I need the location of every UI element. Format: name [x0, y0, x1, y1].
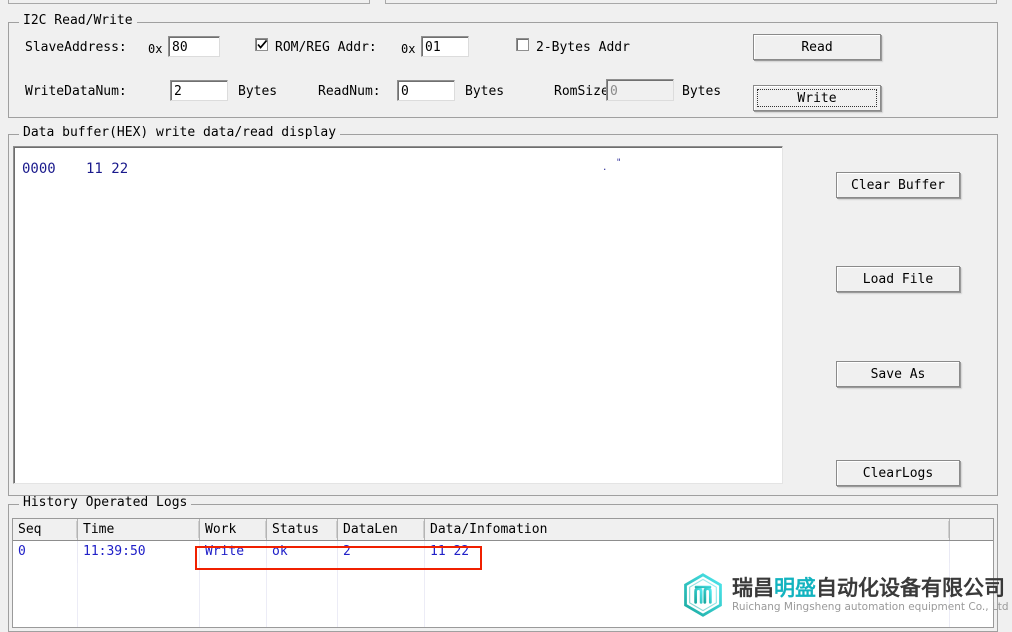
write-data-num-label: WriteDataNum: — [25, 84, 127, 99]
company-name-cn-part1: 瑞昌 — [732, 576, 774, 600]
load-file-button-label: Load File — [862, 271, 934, 287]
company-name-cn-part2: 自动化设备有限公司 — [816, 576, 1005, 600]
column-header-datalen[interactable]: DataLen — [338, 519, 425, 540]
column-header-data-information[interactable]: Data/Infomation — [425, 519, 950, 540]
company-name-cn-highlight: 明盛 — [774, 576, 816, 600]
column-header-time[interactable]: Time — [78, 519, 200, 540]
table-row[interactable]: 0 11:39:50 Write ok 2 11 22 — [13, 541, 993, 563]
history-logs-group-title: History Operated Logs — [19, 496, 192, 510]
buffer-ascii-char-1: . — [602, 163, 608, 173]
data-buffer-group-title: Data buffer(HEX) write data/read display — [19, 126, 341, 140]
two-bytes-addr-label: 2-Bytes Addr — [536, 40, 630, 55]
company-name-cn: 瑞昌明盛自动化设备有限公司 — [732, 576, 1009, 600]
top-left-partial-group — [8, 0, 370, 4]
i2c-group-title: I2C Read/Write — [19, 14, 137, 28]
checkmark-icon — [257, 39, 268, 49]
read-button-label: Read — [801, 39, 833, 55]
cell-seq — [13, 563, 78, 585]
company-name-block: 瑞昌明盛自动化设备有限公司 Ruichang Mingsheng automat… — [732, 576, 1009, 614]
clear-buffer-button-label: Clear Buffer — [851, 177, 945, 193]
i2c-tool-window: I2C Read/Write SlaveAddress: 0x ROM/REG … — [0, 0, 1012, 632]
read-num-unit: Bytes — [465, 84, 505, 99]
cell-work — [200, 585, 267, 607]
i2c-read-write-group: I2C Read/Write SlaveAddress: 0x ROM/REG … — [8, 14, 998, 118]
save-as-button[interactable]: Save As — [836, 361, 960, 387]
write-button[interactable]: Write — [753, 85, 881, 111]
cell-time — [78, 563, 200, 585]
slave-address-prefix: 0x — [148, 42, 163, 56]
cell-datalen — [338, 585, 425, 607]
table-header-row: Seq Time Work Status DataLen Data/Infoma… — [13, 519, 993, 541]
cell-time — [78, 585, 200, 607]
save-as-button-label: Save As — [870, 366, 926, 382]
load-file-button[interactable]: Load File — [836, 266, 960, 292]
slave-address-label: SlaveAddress: — [25, 40, 127, 55]
cell-status — [267, 585, 338, 607]
cell-work — [200, 607, 267, 627]
cell-time — [78, 607, 200, 627]
clear-logs-button-label: ClearLogs — [862, 465, 934, 481]
read-button[interactable]: Read — [753, 34, 881, 60]
rom-size-unit: Bytes — [682, 84, 722, 99]
buffer-ascii-char-2: " — [616, 158, 622, 168]
slave-address-input[interactable] — [168, 36, 220, 57]
top-right-partial-group — [385, 0, 997, 4]
rom-reg-addr-checkbox[interactable] — [255, 38, 268, 51]
rom-reg-addr-prefix: 0x — [401, 42, 416, 56]
rom-reg-addr-label: ROM/REG Addr: — [275, 40, 377, 55]
cell-status — [267, 607, 338, 627]
buffer-line-hex: 11 22 — [86, 161, 129, 177]
data-buffer-textarea[interactable]: 0000 11 22 . " — [13, 146, 783, 484]
clear-logs-button[interactable]: ClearLogs — [836, 460, 960, 486]
data-buffer-group: Data buffer(HEX) write data/read display… — [8, 126, 998, 496]
read-num-input[interactable] — [397, 80, 455, 101]
column-header-work[interactable]: Work — [200, 519, 267, 540]
two-bytes-addr-checkbox[interactable] — [516, 38, 529, 51]
cell-seq — [13, 607, 78, 627]
cell-data-information: 11 22 — [425, 541, 950, 563]
clear-buffer-button[interactable]: Clear Buffer — [836, 172, 960, 198]
company-hexagon-logo-icon — [684, 573, 722, 617]
cell-datalen — [338, 607, 425, 627]
company-watermark: 瑞昌明盛自动化设备有限公司 Ruichang Mingsheng automat… — [680, 572, 1009, 618]
column-header-seq[interactable]: Seq — [13, 519, 78, 540]
cell-time: 11:39:50 — [78, 541, 200, 563]
write-data-num-input[interactable] — [170, 80, 228, 101]
cell-extra — [950, 541, 993, 563]
cell-seq — [13, 585, 78, 607]
write-data-num-unit: Bytes — [238, 84, 278, 99]
buffer-line-offset: 0000 — [22, 161, 56, 177]
rom-reg-addr-input[interactable] — [421, 36, 469, 57]
read-num-label: ReadNum: — [318, 84, 381, 99]
column-header-status[interactable]: Status — [267, 519, 338, 540]
company-name-en: Ruichang Mingsheng automation equipment … — [732, 601, 1009, 613]
log-row-highlight-annotation — [195, 546, 482, 570]
rom-size-input[interactable] — [606, 79, 674, 101]
cell-seq: 0 — [13, 541, 78, 563]
column-header-extra[interactable] — [950, 519, 993, 540]
write-button-focus-ring — [757, 89, 877, 107]
